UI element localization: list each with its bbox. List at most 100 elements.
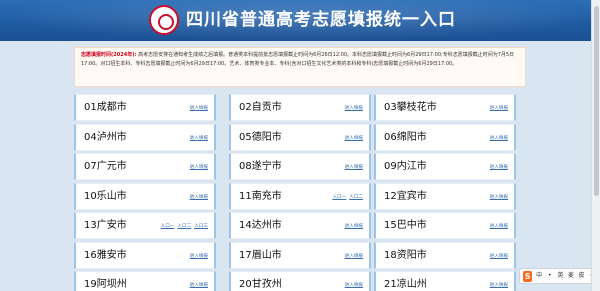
enter-fill-link[interactable]: 进入填报 — [190, 164, 208, 172]
city-card[interactable]: 17眉山市 进入填报 — [229, 241, 371, 269]
city-name: 03攀枝花市 — [384, 102, 437, 113]
city-name: 02自贡市 — [239, 102, 282, 113]
city-name: 07广元市 — [84, 161, 127, 172]
city-links: 进入填报 — [345, 164, 363, 172]
enter-fill-link[interactable]: 进入填报 — [490, 253, 508, 261]
enter-fill-link[interactable]: 进入填报 — [190, 194, 208, 202]
notice-body: 高考志愿安排在通知考生成绩之后填报。普通类本科提前批志愿填报截止时间为6月26日… — [81, 52, 515, 67]
city-card[interactable]: 10乐山市 进入填报 — [74, 182, 216, 210]
enter-fill-link[interactable]: 进入填报 — [345, 223, 363, 231]
enter-fill-link[interactable]: 进入填报 — [190, 105, 208, 113]
enter-fill-link[interactable]: 进入填报 — [490, 194, 508, 202]
city-card[interactable]: 20甘孜州 进入填报 — [229, 271, 371, 291]
notice-box: 志愿填报时间(2024年): 高考志愿安排在通知考生成绩之后填报。普通类本科提前… — [74, 47, 526, 87]
city-name: 14达州市 — [239, 220, 282, 231]
widget-item[interactable]: 中 — [535, 271, 543, 281]
page-header: 四川省普通高考志愿填报统一入口 — [0, 0, 600, 41]
enter-fill-link[interactable]: 进入填报 — [490, 282, 508, 290]
city-name: 15巴中市 — [384, 220, 427, 231]
city-card[interactable]: 16雅安市 进入填报 — [74, 241, 216, 269]
enter-fill-link[interactable]: 进入填报 — [345, 253, 363, 261]
city-links: 进入填报 — [490, 223, 508, 231]
city-card[interactable]: 11南充市 入口一 入口二 — [229, 182, 371, 210]
scrollbar-thumb[interactable] — [594, 6, 599, 196]
city-card[interactable]: 13广安市 入口一 入口二 入口三 — [74, 212, 216, 239]
city-card[interactable]: 08遂宁市 进入填报 — [229, 153, 371, 180]
city-name: 11南充市 — [239, 190, 282, 202]
city-links: 进入填报 — [490, 253, 508, 261]
city-links: 进入填报 — [190, 194, 208, 202]
widget-item[interactable]: • — [546, 271, 554, 281]
city-name: 17眉山市 — [239, 249, 282, 261]
city-name: 18资阳市 — [384, 249, 427, 261]
exam-emblem-icon — [149, 5, 179, 35]
city-name: 16雅安市 — [84, 249, 127, 261]
city-card[interactable]: 14达州市 进入填报 — [229, 212, 371, 239]
city-name: 12宜宾市 — [384, 190, 427, 202]
city-links: 进入填报 — [190, 105, 208, 113]
city-card[interactable]: 21凉山州 进入填报 — [374, 271, 516, 291]
enter-fill-link[interactable]: 进入填报 — [345, 105, 363, 113]
city-links: 入口一 入口二 — [332, 194, 363, 202]
sogou-logo-icon[interactable]: S — [523, 270, 533, 282]
city-name: 21凉山州 — [384, 279, 427, 290]
city-card[interactable]: 12宜宾市 进入填报 — [374, 182, 516, 210]
city-links: 进入填报 — [190, 253, 208, 261]
city-card[interactable]: 07广元市 进入填报 — [74, 153, 216, 180]
city-card[interactable]: 04泸州市 进入填报 — [74, 123, 216, 151]
enter-fill-link[interactable]: 入口一 — [332, 194, 346, 202]
widget-item[interactable]: 皮 — [578, 271, 586, 281]
city-links: 进入填报 — [345, 282, 363, 290]
enter-fill-link[interactable]: 入口三 — [194, 223, 208, 231]
enter-fill-link[interactable]: 进入填报 — [190, 253, 208, 261]
widget-item[interactable]: 英 — [557, 271, 565, 281]
enter-fill-link[interactable]: 进入填报 — [345, 164, 363, 172]
enter-fill-link[interactable]: 进入填报 — [490, 223, 508, 231]
city-name: 13广安市 — [84, 220, 127, 231]
city-card[interactable]: 09内江市 进入填报 — [374, 153, 516, 180]
enter-fill-link[interactable]: 进入填报 — [490, 135, 508, 143]
enter-fill-link[interactable]: 进入填报 — [190, 135, 208, 143]
enter-fill-link[interactable]: 进入填报 — [490, 164, 508, 172]
city-links: 进入填报 — [345, 253, 363, 261]
city-name: 09内江市 — [384, 161, 427, 172]
city-card[interactable]: 15巴中市 进入填报 — [374, 212, 516, 239]
city-name: 05德阳市 — [239, 131, 282, 143]
city-card[interactable]: 05德阳市 进入填报 — [229, 123, 371, 151]
enter-fill-link[interactable]: 进入填报 — [190, 282, 208, 290]
city-card[interactable]: 18资阳市 进入填报 — [374, 241, 516, 269]
page-scrollbar[interactable] — [591, 0, 600, 291]
city-links: 入口一 入口二 入口三 — [161, 223, 208, 231]
city-card[interactable]: 19阿坝州 进入填报 — [74, 271, 216, 291]
city-links: 进入填报 — [345, 105, 363, 113]
city-links: 进入填报 — [345, 223, 363, 231]
city-name: 20甘孜州 — [239, 279, 282, 290]
city-card[interactable]: 01成都市 进入填报 — [74, 94, 216, 121]
city-name: 19阿坝州 — [84, 279, 127, 290]
city-name: 08遂宁市 — [239, 161, 282, 172]
city-links: 进入填报 — [190, 164, 208, 172]
enter-fill-link[interactable]: 进入填报 — [490, 105, 508, 113]
page-title: 四川省普通高考志愿填报统一入口 — [186, 10, 456, 30]
city-links: 进入填报 — [490, 194, 508, 202]
city-name: 01成都市 — [84, 102, 127, 113]
city-links: 进入填报 — [190, 282, 208, 290]
city-links: 进入填报 — [190, 135, 208, 143]
city-card[interactable]: 02自贡市 进入填报 — [229, 94, 371, 121]
city-links: 进入填报 — [490, 105, 508, 113]
city-card[interactable]: 06绵阳市 进入填报 — [374, 123, 516, 151]
city-name: 06绵阳市 — [384, 131, 427, 143]
city-links: 进入填报 — [490, 135, 508, 143]
enter-fill-link[interactable]: 入口二 — [349, 194, 363, 202]
city-links: 进入填报 — [490, 164, 508, 172]
city-card[interactable]: 03攀枝花市 进入填报 — [374, 94, 516, 121]
notice-lead: 志愿填报时间(2024年): — [81, 52, 137, 58]
widget-item[interactable]: 麦 — [567, 271, 575, 281]
enter-fill-link[interactable]: 进入填报 — [345, 282, 363, 290]
enter-fill-link[interactable]: 入口一 — [161, 223, 175, 231]
city-name: 10乐山市 — [84, 190, 127, 202]
input-method-widget[interactable]: S 中 • 英 麦 皮 ⋯ — [519, 268, 597, 284]
enter-fill-link[interactable]: 进入填报 — [345, 135, 363, 143]
enter-fill-link[interactable]: 入口二 — [177, 223, 191, 231]
city-links: 进入填报 — [490, 282, 508, 290]
